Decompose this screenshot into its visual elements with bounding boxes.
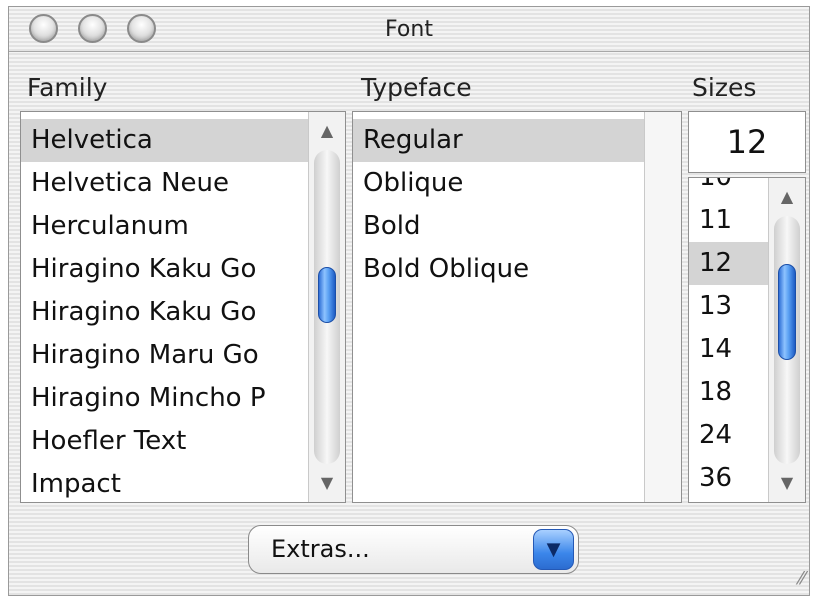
size-input[interactable]: 12 [688,111,806,173]
family-list-item[interactable]: Hiragino Kaku Go [21,248,309,291]
family-list-item[interactable]: Hoefler Text [21,420,309,463]
scroll-down-arrow-icon[interactable]: ▼ [769,466,805,500]
font-panel-window: Font Family Typeface Sizes Helvetica Helv… [8,6,810,596]
size-list-item[interactable]: 12 [689,242,769,285]
family-list-item[interactable]: Impact [21,463,309,502]
family-list-item[interactable]: Hiragino Maru Go [21,334,309,377]
sizes-list[interactable]: 10 11 12 13 14 18 24 36 ▲ ▼ [688,177,806,503]
scroll-thumb[interactable] [318,267,336,323]
family-list-item[interactable]: Helvetica [21,119,309,162]
title-bar[interactable]: Font [9,7,809,52]
scroll-down-arrow-icon[interactable]: ▼ [309,466,345,500]
chevron-down-icon[interactable]: ▼ [533,529,574,570]
extras-label: Extras... [271,535,370,563]
family-scrollbar[interactable]: ▲ ▼ [308,112,345,502]
typeface-list-item[interactable]: Bold Oblique [353,248,645,291]
resize-grip-icon[interactable]: ⁄⁄ [781,567,805,591]
typeface-list[interactable]: Regular Oblique Bold Bold Oblique [352,111,682,503]
size-list-item[interactable]: 13 [689,285,769,328]
family-list[interactable]: Helvetica Helvetica Neue Herculanum Hiragin… [20,111,346,503]
family-list-item[interactable]: Herculanum [21,205,309,248]
typeface-list-item[interactable]: Regular [353,119,645,162]
scroll-track[interactable] [314,150,340,464]
family-column-label: Family [27,73,108,102]
size-list-item[interactable]: 36 [689,457,769,500]
size-list-item[interactable]: 14 [689,328,769,371]
typeface-list-item[interactable]: Oblique [353,162,645,205]
scroll-track[interactable] [774,216,800,464]
typeface-scroll-gutter [644,112,681,502]
family-list-item[interactable]: Hiragino Mincho P [21,377,309,420]
size-list-item[interactable]: 18 [689,371,769,414]
typeface-list-item[interactable]: Bold [353,205,645,248]
scroll-up-arrow-icon[interactable]: ▲ [769,180,805,214]
size-list-item[interactable]: 10 [689,178,769,199]
size-list-item[interactable]: 24 [689,414,769,457]
sizes-column-label: Sizes [692,73,757,102]
window-title: Font [385,17,433,42]
typeface-column-label: Typeface [361,73,472,102]
scroll-up-arrow-icon[interactable]: ▲ [309,114,345,148]
size-list-item[interactable]: 11 [689,199,769,242]
scroll-thumb[interactable] [778,264,796,360]
family-list-item[interactable]: Hiragino Kaku Go [21,291,309,334]
sizes-scrollbar[interactable]: ▲ ▼ [768,178,805,502]
extras-popup-button[interactable]: Extras... ▼ [248,525,579,574]
family-list-item[interactable]: Helvetica Neue [21,162,309,205]
